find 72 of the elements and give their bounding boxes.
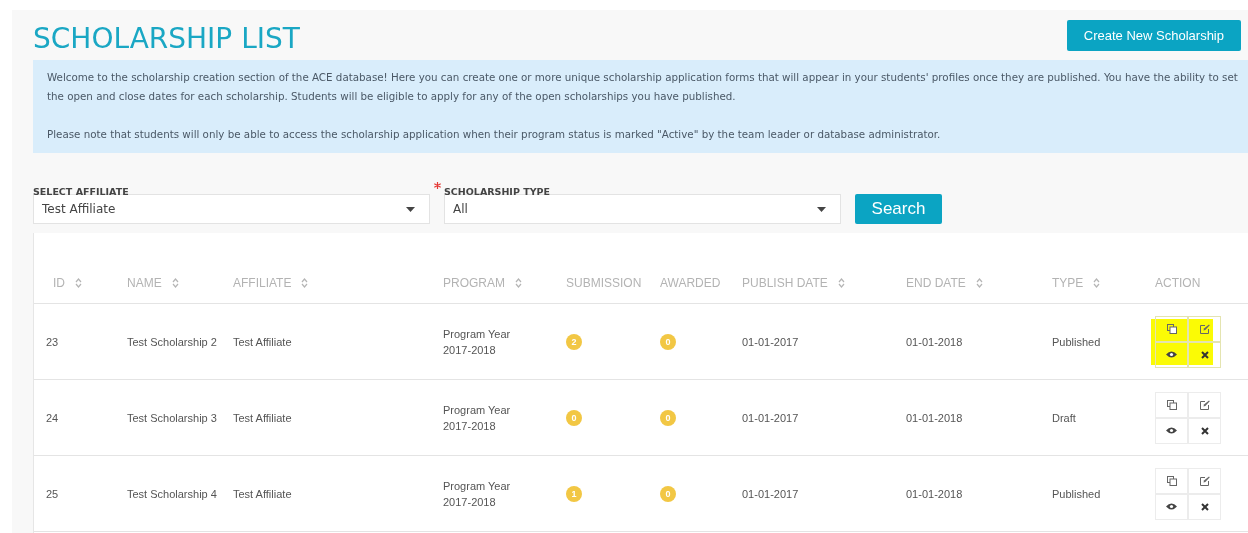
table-cell-text: Test Affiliate (233, 486, 293, 502)
count-badge: 0 (660, 409, 676, 426)
view-button[interactable] (1155, 341, 1188, 368)
filter-dropdown[interactable]: Test Affiliate (33, 194, 430, 224)
count-badge: 2 (566, 333, 582, 350)
delete-icon (1200, 350, 1209, 359)
table-cell-text: Published (1052, 334, 1102, 350)
create-scholarship-button[interactable]: Create New Scholarship (1066, 19, 1241, 51)
caret-icon (406, 206, 415, 212)
column-header[interactable]: PUBLISH DATE (742, 276, 828, 290)
copy-icon (1166, 323, 1177, 334)
view-button[interactable] (1155, 493, 1188, 520)
copy-icon (1166, 475, 1177, 486)
column-header[interactable]: END DATE (906, 276, 966, 290)
column-header[interactable]: NAME (127, 276, 162, 290)
copy-button[interactable] (1155, 467, 1188, 494)
info-text: Please note that students will only be able to access the scholarship application when their program status is marked "Active" by the team leader or database administrator. (47, 127, 942, 142)
column-header[interactable]: TYPE (1052, 276, 1084, 290)
delete-button[interactable] (1188, 417, 1221, 444)
count-badge: 0 (660, 485, 676, 502)
copy-button[interactable] (1155, 315, 1188, 342)
table-cell-text: 01-01-2018 (906, 410, 964, 426)
copy-icon (1166, 399, 1177, 410)
filter-label: SCHOLARSHIP TYPE (444, 186, 550, 197)
column-header: SUBMISSION (566, 276, 642, 290)
eye-icon (1166, 503, 1177, 510)
column-header[interactable]: AFFILIATE (233, 276, 292, 290)
eye-icon (1166, 427, 1177, 434)
filter-label: SELECT AFFILIATE (33, 186, 129, 197)
count-badge: 0 (566, 409, 582, 426)
table-cell-text: Published (1052, 486, 1102, 502)
edit-button[interactable] (1188, 315, 1221, 342)
delete-icon (1200, 502, 1209, 511)
edit-icon (1199, 323, 1210, 334)
delete-button[interactable] (1188, 341, 1221, 368)
table-cell-text: Program Year 2017-2018 (443, 402, 512, 434)
table-cell-text: 25 (46, 486, 60, 502)
edit-icon (1199, 475, 1210, 486)
table-cell-text: Test Affiliate (233, 334, 293, 350)
table-cell-text: Test Affiliate (233, 410, 293, 426)
column-header[interactable]: PROGRAM (443, 276, 505, 290)
copy-button[interactable] (1155, 391, 1188, 418)
view-button[interactable] (1155, 417, 1188, 444)
filter-dropdown[interactable]: All (444, 194, 841, 224)
column-header: ACTION (1155, 276, 1201, 290)
table-cell-text: Draft (1052, 410, 1077, 426)
table-cell-text: 01-01-2018 (906, 334, 964, 350)
caret-icon (817, 206, 826, 212)
table-cell-text: 24 (46, 410, 60, 426)
table-cell-text: Test Scholarship 2 (127, 334, 217, 350)
info-text: Welcome to the scholarship creation section of the ACE database! Here you can create one or more unique scholarship application forms that will appear in your students' profiles once they are published. You have the ability to set the open and close dates for each scholarship. Students will be eligible to apply for any of the open scholarships you have published. (47, 70, 1239, 104)
table-cell-text: Program Year 2017-2018 (443, 478, 512, 510)
eye-icon (1166, 351, 1177, 358)
table-cell-text: Test Scholarship 3 (127, 410, 217, 426)
table-cell-text: 01-01-2018 (906, 486, 964, 502)
count-badge: 0 (660, 333, 676, 350)
delete-icon (1200, 426, 1209, 435)
page-title: SCHOLARSHIP LIST (33, 21, 300, 55)
table-cell-text: 01-01-2017 (742, 334, 800, 350)
column-header: AWARDED (660, 276, 721, 290)
table-cell-text: 23 (46, 334, 60, 350)
edit-button[interactable] (1188, 467, 1221, 494)
table-cell-text: 01-01-2017 (742, 486, 800, 502)
delete-button[interactable] (1188, 493, 1221, 520)
search-button[interactable]: Search (855, 194, 942, 224)
count-badge: 1 (566, 485, 582, 502)
table-cell-text: 01-01-2017 (742, 410, 800, 426)
table-cell-text: Test Scholarship 4 (127, 486, 217, 502)
column-header[interactable]: ID (53, 276, 65, 290)
table-cell-text: Program Year 2017-2018 (443, 326, 512, 358)
edit-button[interactable] (1188, 391, 1221, 418)
edit-icon (1199, 399, 1210, 410)
